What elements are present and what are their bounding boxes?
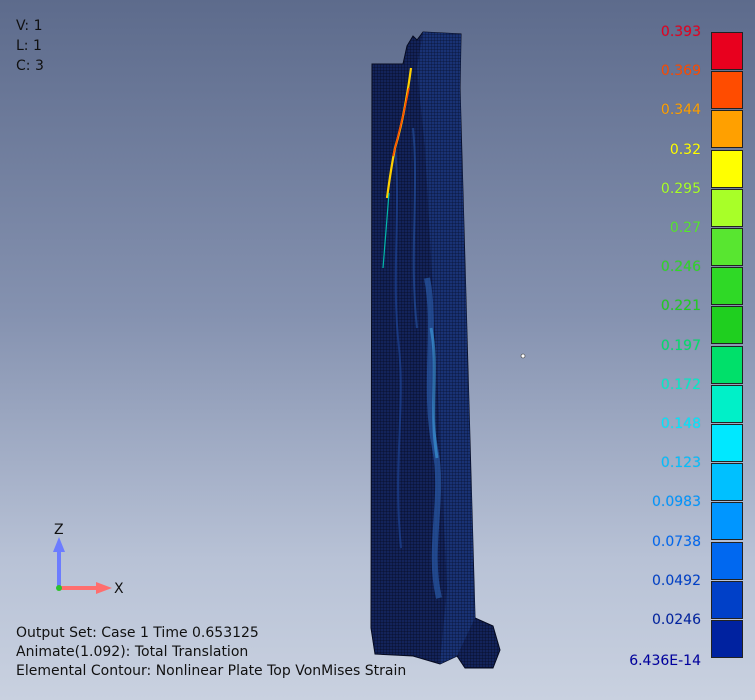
legend-swatch: [711, 32, 743, 70]
legend-swatch: [711, 149, 743, 188]
legend-value: 0.0492: [652, 572, 701, 589]
legend-swatch: [711, 306, 743, 345]
legend-value: 0.393: [660, 24, 701, 40]
legend-value: 0.27: [669, 220, 701, 236]
view-number: V: 1: [16, 18, 43, 34]
node-marker: [520, 353, 526, 359]
legend-swatch: [711, 110, 743, 149]
legend-value: 0.221: [660, 298, 701, 315]
legend-value: 0.148: [660, 416, 701, 432]
legend-value: 0.344: [660, 102, 701, 119]
legend-value: 0.246: [660, 259, 701, 276]
legend-swatch: [711, 502, 743, 541]
animate-label: Animate(1.092): Total Translation: [16, 644, 249, 660]
legend-swatch: [711, 228, 743, 266]
view-info: V: 1 L: 1 C: 3: [16, 16, 44, 76]
legend-swatch: [711, 463, 743, 502]
x-axis-label: X: [114, 581, 124, 597]
legend-value: 6.436E-14: [629, 653, 701, 670]
legend-swatch: [711, 541, 743, 580]
legend-value: 0.0983: [652, 494, 701, 511]
output-set-label: Output Set: Case 1 Time 0.653125: [16, 625, 259, 641]
output-info: Output Set: Case 1 Time 0.653125 Animate…: [16, 624, 406, 681]
contour-label: Elemental Contour: Nonlinear Plate Top V…: [16, 663, 407, 679]
legend-row: 6.436E-14: [600, 653, 745, 698]
legend-swatch: [711, 345, 743, 384]
legend-swatch: [711, 188, 743, 227]
legend-value: 0.369: [660, 63, 701, 80]
legend-value: 0.295: [660, 180, 701, 197]
legend-value: 0.172: [660, 376, 701, 393]
z-axis-label: Z: [54, 522, 64, 538]
z-axis-arrow: [53, 537, 65, 588]
color-number: C: 3: [16, 58, 44, 74]
legend-value: 0.32: [669, 141, 701, 158]
legend-value: 0.0246: [652, 612, 701, 628]
legend-swatch: [711, 620, 743, 658]
x-axis-arrow: [59, 582, 112, 594]
contour-legend: 0.393 0.369 0.344 0.32 0.295 0.27 0.246 0.221 0.…: [600, 24, 750, 669]
layer-number: L: 1: [16, 38, 42, 54]
legend-value: 0.197: [660, 337, 701, 354]
coordinate-triad: Z X: [53, 522, 124, 597]
legend-swatch: [711, 424, 743, 462]
legend-value: 0.123: [660, 455, 701, 472]
legend-value: 0.0738: [652, 533, 701, 550]
legend-swatch: [711, 384, 743, 423]
legend-swatch: [711, 267, 743, 306]
legend-swatch: [711, 71, 743, 110]
fea-model-mesh[interactable]: [365, 28, 510, 673]
legend-swatch: [711, 580, 743, 619]
